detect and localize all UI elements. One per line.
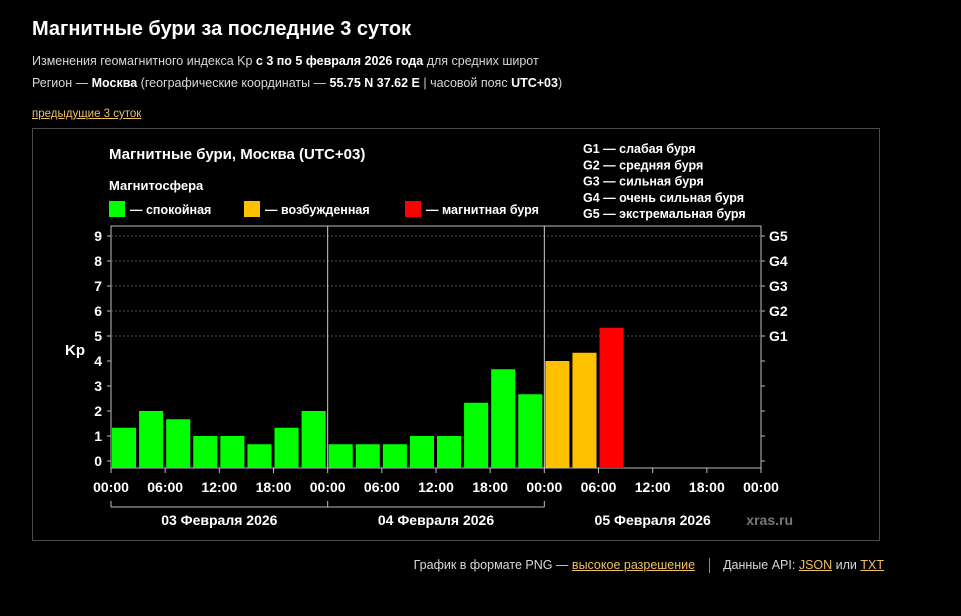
legend-label: — возбужденная [265, 203, 370, 217]
x-tick-label: 12:00 [418, 479, 454, 495]
chart-panel: Магнитные бури, Москва (UTC+03) Магнитосф… [32, 128, 880, 541]
tz-close: ) [557, 76, 563, 90]
legend-title: Магнитосфера [109, 178, 204, 193]
kp-chart-svg: Магнитные бури, Москва (UTC+03) Магнитосф… [65, 142, 793, 528]
kp-bar [301, 411, 326, 468]
x-tick-label: 00:00 [526, 479, 562, 495]
day-label: 03 Февраля 2026 [161, 512, 277, 528]
y-tick-label: 5 [94, 328, 102, 344]
txt-link[interactable]: TXT [860, 558, 884, 572]
kp-bar [599, 327, 624, 468]
region-city: Москва [91, 76, 138, 90]
kp-bar [545, 361, 570, 468]
day-label: 05 Февраля 2026 [595, 512, 711, 528]
legend-swatch [405, 201, 421, 217]
storm-scale-item: G1 — слабая буря [583, 142, 696, 156]
day-label: 04 Февраля 2026 [378, 512, 494, 528]
x-tick-label: 06:00 [147, 479, 183, 495]
kp-bar [193, 436, 218, 468]
kp-chart: Магнитные бури, Москва (UTC+03) Магнитосф… [33, 129, 879, 540]
x-tick-label: 06:00 [581, 479, 617, 495]
tz-prefix: | часовой пояс [423, 76, 508, 90]
kp-bar [247, 444, 272, 468]
kp-bar [328, 444, 353, 468]
legend-swatch [244, 201, 260, 217]
storm-level-label: G3 [769, 278, 788, 294]
y-tick-label: 0 [94, 453, 102, 469]
storm-level-label: G4 [769, 253, 788, 269]
region-line: Регион — Москва (географические координа… [32, 76, 562, 90]
kp-bar [409, 436, 434, 468]
json-link[interactable]: JSON [799, 558, 832, 572]
subtitle-prefix: Изменения геомагнитного индекса Kp [32, 54, 253, 68]
watermark: xras.ru [746, 512, 793, 528]
y-tick-label: 7 [94, 278, 102, 294]
storm-level-label: G1 [769, 328, 788, 344]
footer: График в формате PNG — высокое разрешени… [413, 558, 884, 574]
y-tick-label: 6 [94, 303, 102, 319]
legend-label: — спокойная [130, 203, 211, 217]
kp-bar [166, 419, 191, 468]
y-tick-label: 2 [94, 403, 102, 419]
coords-prefix: (географические координаты — [140, 76, 327, 90]
coords-value: 55.75 N 37.62 E [329, 76, 420, 90]
x-tick-label: 18:00 [256, 479, 292, 495]
storm-scale-item: G2 — средняя буря [583, 158, 703, 172]
storm-scale-item: G4 — очень сильная буря [583, 191, 744, 205]
x-tick-label: 06:00 [364, 479, 400, 495]
kp-bar [220, 436, 245, 468]
storm-level-label: G2 [769, 303, 788, 319]
page-title: Магнитные бури за последние 3 суток [32, 18, 412, 40]
kp-bar [112, 427, 137, 468]
x-tick-label: 18:00 [689, 479, 725, 495]
kp-bar [572, 352, 597, 468]
subtitle-suffix: для средних широт [426, 54, 539, 68]
storm-scale-item: G5 — экстремальная буря [583, 207, 746, 221]
region-prefix: Регион — [32, 76, 89, 90]
x-tick-label: 18:00 [472, 479, 508, 495]
png-format-text: График в формате PNG — [413, 558, 569, 572]
subtitle: Изменения геомагнитного индекса Kp с 3 п… [32, 54, 539, 68]
x-tick-label: 12:00 [201, 479, 237, 495]
footer-divider [708, 558, 710, 574]
kp-bar [464, 402, 489, 468]
plot-frame [110, 225, 762, 469]
y-tick-label: 4 [94, 353, 102, 369]
subtitle-period: с 3 по 5 февраля 2026 года [255, 54, 424, 68]
y-tick-label: 9 [94, 228, 102, 244]
kp-bar [355, 444, 380, 468]
kp-bar [382, 444, 407, 468]
kp-bar [274, 427, 299, 468]
chart-title: Магнитные бури, Москва (UTC+03) [109, 146, 365, 163]
legend-label: — магнитная буря [426, 203, 539, 217]
storm-level-label: G5 [769, 228, 788, 244]
y-tick-label: 1 [94, 428, 102, 444]
y-tick-label: 3 [94, 378, 102, 394]
y-tick-label: 8 [94, 253, 102, 269]
kp-bar [437, 436, 462, 468]
api-data-text: Данные API: [723, 558, 796, 572]
x-tick-label: 00:00 [310, 479, 346, 495]
x-tick-label: 00:00 [93, 479, 129, 495]
kp-bar [139, 411, 164, 468]
kp-bar [491, 369, 516, 468]
storm-scale-item: G3 — сильная буря [583, 175, 704, 189]
x-tick-label: 12:00 [635, 479, 671, 495]
x-tick-label: 00:00 [743, 479, 779, 495]
tz-value: UTC+03 [511, 76, 558, 90]
or-text: или [835, 558, 857, 572]
high-resolution-link[interactable]: высокое разрешение [572, 558, 695, 572]
previous-3-days-link[interactable]: предыдущие 3 суток [32, 108, 141, 120]
y-axis-label: Kp [65, 342, 85, 359]
kp-bar [518, 394, 543, 468]
legend-swatch [109, 201, 125, 217]
